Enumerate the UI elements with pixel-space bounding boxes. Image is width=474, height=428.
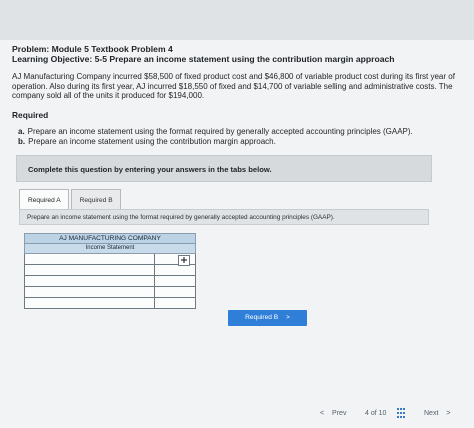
required-item-text: Prepare an income statement using the fo… (27, 127, 413, 136)
page-of: of (370, 410, 377, 417)
prev-label: Prev (332, 410, 347, 417)
plus-icon[interactable] (178, 255, 190, 266)
table-row (24, 254, 196, 265)
tab-prompt: Prepare an income statement using the fo… (19, 209, 429, 225)
label-cell[interactable] (25, 254, 155, 264)
required-heading: Required (12, 110, 49, 120)
label-cell[interactable] (25, 298, 155, 308)
next-label: Next (424, 410, 439, 417)
grid-icon[interactable] (397, 408, 405, 418)
required-item-b: b. Prepare an income statement using the … (18, 137, 413, 147)
prev-button[interactable]: < Prev (320, 410, 346, 417)
label-cell[interactable] (25, 265, 155, 275)
amount-cell[interactable] (155, 276, 195, 286)
learning-objective: Learning Objective: 5-5 Prepare an incom… (12, 54, 395, 64)
required-list: a. Prepare an income statement using the … (18, 127, 413, 146)
instructions-banner: Complete this question by entering your … (16, 155, 432, 182)
chevron-right-icon: > (446, 410, 451, 417)
table-row (24, 265, 196, 276)
page-indicator: 4 of 10 (365, 410, 386, 417)
required-item-letter: a. (18, 127, 25, 136)
table-row (24, 276, 196, 287)
footer-nav: < Prev 4 of 10 Next > (0, 404, 474, 424)
label-cell[interactable] (25, 287, 155, 297)
next-button[interactable]: Next > (424, 410, 450, 417)
amount-cell[interactable] (155, 287, 195, 297)
page-current: 4 (365, 410, 369, 417)
amount-cell[interactable] (155, 298, 195, 308)
problem-text: AJ Manufacturing Company incurred $58,50… (12, 72, 455, 101)
amount-cell[interactable] (155, 265, 195, 275)
tab-required-b[interactable]: Required B (70, 189, 121, 211)
chevron-right-icon: > (285, 314, 290, 321)
required-item-text: Prepare an income statement using the co… (28, 136, 276, 146)
chevron-left-icon: < (320, 410, 325, 417)
required-b-button[interactable]: Required B > (228, 310, 307, 326)
top-band (0, 0, 474, 40)
income-statement: AJ MANUFACTURING COMPANY Income Statemen… (24, 233, 196, 309)
statement-company: AJ MANUFACTURING COMPANY (24, 233, 196, 244)
required-item-a: a. Prepare an income statement using the … (18, 127, 413, 137)
label-cell[interactable] (25, 276, 155, 286)
tab-required-a[interactable]: Required A (19, 189, 69, 211)
table-row (24, 298, 196, 309)
statement-title: Income Statement (24, 244, 196, 254)
required-item-letter: b. (18, 136, 26, 146)
table-row (24, 287, 196, 298)
required-b-button-label: Required B (245, 314, 279, 321)
problem-title: Problem: Module 5 Textbook Problem 4 (12, 44, 173, 54)
page-total: 10 (378, 410, 387, 417)
answer-tabs: Required A Required B (19, 189, 121, 211)
plus-icon-glyph (181, 257, 187, 263)
